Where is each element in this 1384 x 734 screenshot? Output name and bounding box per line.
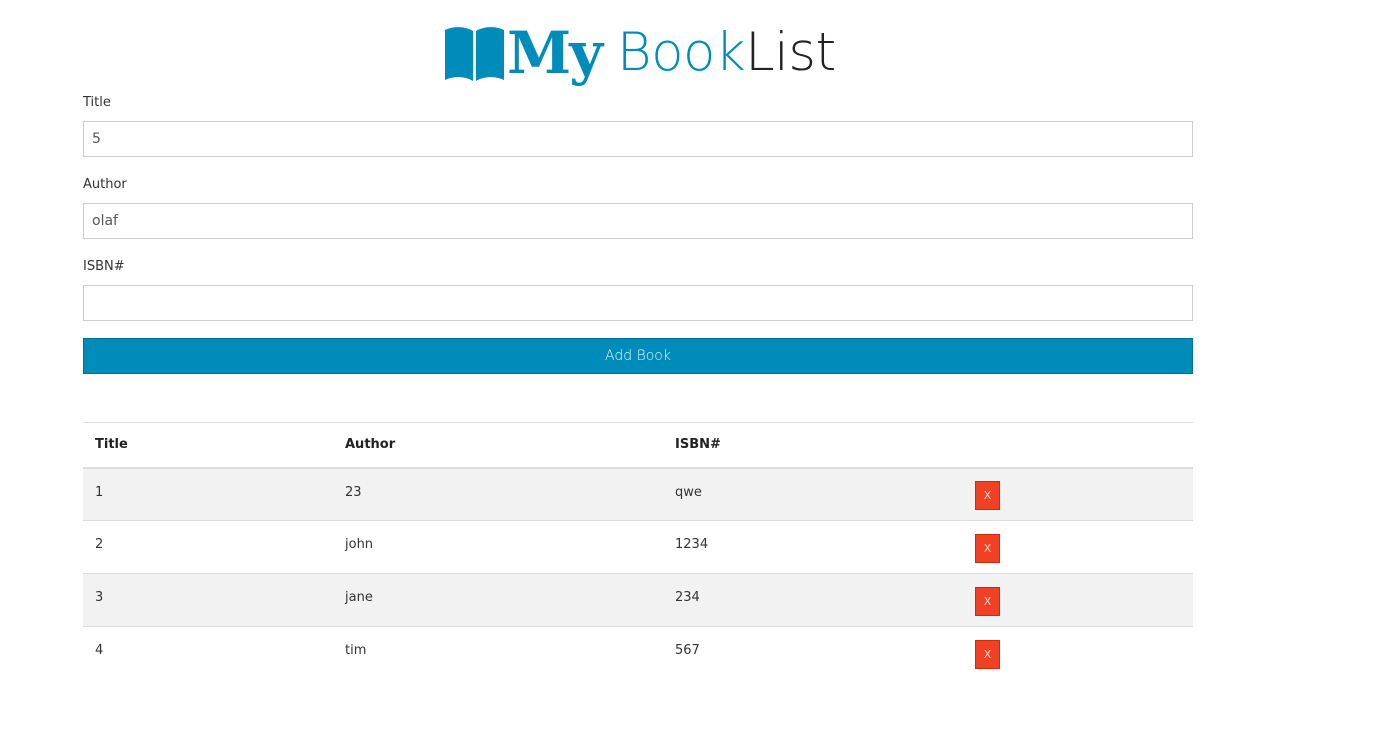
book-title-cell: 1 bbox=[95, 484, 104, 500]
column-header-actions bbox=[963, 423, 1193, 468]
title-input[interactable] bbox=[83, 121, 1193, 157]
page: My Book List Title Author ISBN# Add Book… bbox=[0, 0, 1384, 734]
isbn-label: ISBN# bbox=[83, 259, 125, 274]
column-header-title: Title bbox=[95, 437, 128, 453]
title-label: Title bbox=[83, 95, 111, 110]
delete-book-button[interactable]: X bbox=[975, 480, 1000, 510]
actions-cell: X bbox=[963, 521, 1193, 574]
book-list: 1 23 qwe X 2 john 1234 X 3 jane 234 X 4 … bbox=[83, 467, 1193, 680]
table-header: Title Author ISBN# bbox=[83, 422, 1193, 468]
book-isbn-cell: 567 bbox=[675, 643, 700, 658]
author-label: Author bbox=[83, 177, 127, 192]
logo-book-text: Book bbox=[616, 22, 746, 83]
author-field-group: Author bbox=[83, 176, 1193, 258]
column-header-author: Author bbox=[345, 437, 396, 453]
title-field-group: Title bbox=[83, 94, 1193, 176]
logo-my-text: My bbox=[507, 19, 603, 87]
book-title-cell: 2 bbox=[95, 537, 104, 552]
book-list-table: Title Author ISBN# 1 23 qwe X 2 john 123… bbox=[83, 422, 1193, 680]
isbn-field-group: ISBN# bbox=[83, 258, 1193, 340]
column-header-isbn: ISBN# bbox=[675, 437, 721, 453]
delete-book-button[interactable]: X bbox=[975, 586, 1000, 616]
table-row: 4 tim 567 X bbox=[83, 626, 1193, 680]
table-row: 3 jane 234 X bbox=[83, 573, 1193, 627]
logo-list-text: List bbox=[745, 22, 836, 83]
book-author-cell: john bbox=[345, 537, 374, 552]
actions-cell: X bbox=[963, 468, 1193, 521]
table-header-row: Title Author ISBN# bbox=[83, 422, 1193, 468]
author-input[interactable] bbox=[83, 203, 1193, 239]
actions-cell: X bbox=[963, 627, 1193, 680]
book-author-cell: 23 bbox=[345, 484, 362, 500]
delete-book-button[interactable]: X bbox=[975, 639, 1000, 669]
book-title-cell: 3 bbox=[95, 590, 104, 605]
app-logo: My Book List bbox=[443, 18, 836, 88]
table-row: 1 23 qwe X bbox=[83, 467, 1193, 521]
actions-cell: X bbox=[963, 574, 1193, 627]
table-row: 2 john 1234 X bbox=[83, 520, 1193, 574]
book-isbn-cell: qwe bbox=[675, 484, 702, 500]
add-book-button[interactable]: Add Book bbox=[83, 338, 1193, 374]
book-title-cell: 4 bbox=[95, 643, 104, 658]
book-author-cell: jane bbox=[345, 590, 373, 605]
isbn-input[interactable] bbox=[83, 285, 1193, 321]
book-isbn-cell: 234 bbox=[675, 590, 700, 605]
delete-book-button[interactable]: X bbox=[975, 533, 1000, 563]
book-isbn-cell: 1234 bbox=[675, 537, 709, 552]
add-book-form: Title Author ISBN# Add Book bbox=[83, 94, 1193, 374]
open-book-icon bbox=[445, 27, 504, 81]
book-author-cell: tim bbox=[345, 643, 367, 658]
